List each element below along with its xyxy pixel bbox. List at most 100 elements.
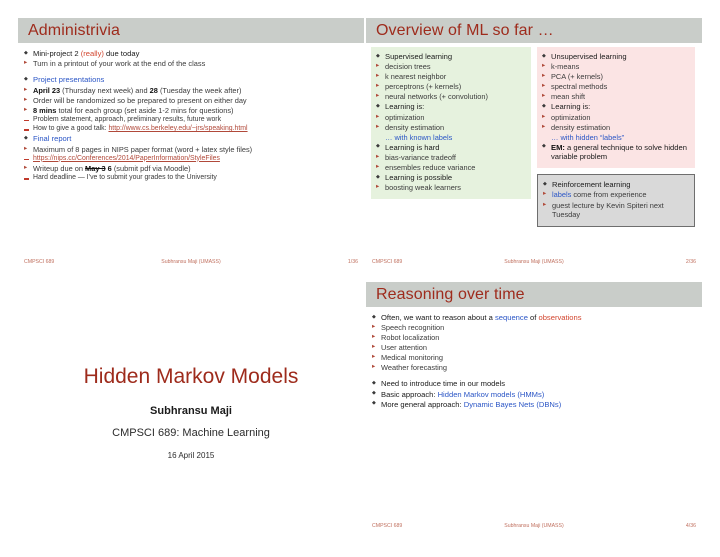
text-run: Speech recognition xyxy=(381,323,445,333)
text-run: 8 mins xyxy=(33,105,57,115)
list-item: Learning is: xyxy=(542,102,690,111)
list-item: Supervised learning xyxy=(376,52,526,61)
list-item-text: neural networks (+ convolution) xyxy=(385,92,526,101)
list-item: density estimation xyxy=(542,123,690,132)
presentation-author: Subhransu Maji xyxy=(150,404,232,417)
bullet-list: Mini-project 2 (really) due todayTurn in… xyxy=(24,49,358,183)
list-item-text: labels come from experience xyxy=(552,190,689,199)
slide-overview[interactable]: Overview of ML so far … Supervised learn… xyxy=(366,18,702,270)
list-item: Problem statement, approach, preliminary… xyxy=(24,116,358,124)
list-item: ensembles reduce variance xyxy=(376,163,526,172)
list-item: Unsupervised learning xyxy=(542,52,690,61)
text-run: Order will be randomized so be prepared … xyxy=(33,95,247,105)
overview-right-column: Unsupervised learningk-meansPCA (+ kerne… xyxy=(537,47,695,227)
text-run: optimization xyxy=(385,112,425,122)
text-run: How to give a good talk: xyxy=(33,125,109,133)
list-item-text: Weather forecasting xyxy=(381,363,696,372)
slide-body: Mini-project 2 (really) due todayTurn in… xyxy=(18,43,364,183)
list-item: labels come from experience xyxy=(543,190,689,199)
list-item-text: boosting weak learners xyxy=(385,183,526,192)
list-item: Learning is: xyxy=(376,102,526,111)
text-run: (Thursday next week) and xyxy=(60,85,150,95)
list-item-text: Reinforcement learning xyxy=(552,180,689,189)
list-item: Often, we want to reason about a sequenc… xyxy=(372,313,696,322)
text-run: … with known labels xyxy=(385,132,453,142)
list-item-text: … with known labels xyxy=(385,133,526,142)
text-run: Learning is: xyxy=(385,102,425,112)
text-run: Weather forecasting xyxy=(381,363,448,373)
presentation-title: Hidden Markov Models xyxy=(83,364,299,388)
list-item: optimization xyxy=(376,113,526,122)
list-item-text: Basic approach: Hidden Markov models (HM… xyxy=(381,390,696,399)
list-item: spectral methods xyxy=(542,82,690,91)
text-run: boosting weak learners xyxy=(385,183,462,193)
reinforcement-learning-box: Reinforcement learninglabels come from e… xyxy=(537,174,695,227)
footer-page: 2/36 xyxy=(685,258,696,265)
list-item: Robot localization xyxy=(372,333,696,342)
text-run: spectral methods xyxy=(551,82,608,92)
list-item-text: Speech recognition xyxy=(381,323,696,332)
slide-banner: Reasoning over time xyxy=(366,282,702,307)
text-run: optimization xyxy=(551,112,591,122)
text-run: mean shift xyxy=(551,92,586,102)
text-run: perceptrons (+ kernels) xyxy=(385,82,462,92)
text-run: come from experience xyxy=(571,190,647,200)
list-item-text: Maximum of 8 pages in NIPS paper format … xyxy=(33,145,358,154)
list-item-text: Mini-project 2 (really) due today xyxy=(33,49,358,58)
external-link[interactable]: http://www.cs.berkeley.edu/~jrs/speaking… xyxy=(108,125,247,132)
list-item-text: Project presentations xyxy=(33,75,358,84)
text-run: labels xyxy=(552,190,572,200)
list-item-text: Learning is: xyxy=(385,102,526,111)
text-run: observations xyxy=(538,313,582,322)
text-run: User attention xyxy=(381,343,428,353)
list-item-text: perceptrons (+ kernels) xyxy=(385,82,526,91)
list-item: Learning is possible xyxy=(376,173,526,182)
presentation-course: CMPSCI 689: Machine Learning xyxy=(112,426,270,439)
list-item-text: EM: a general technique to solve hidden … xyxy=(551,143,690,162)
slide-title-page[interactable]: Hidden Markov Models Subhransu Maji CMPS… xyxy=(18,282,364,542)
list-item-text: density estimation xyxy=(385,123,526,132)
text-run: Learning is hard xyxy=(385,142,440,152)
list-item: boosting weak learners xyxy=(376,183,526,192)
list-item: EM: a general technique to solve hidden … xyxy=(542,143,690,162)
text-run: density estimation xyxy=(385,122,445,132)
text-run: Project presentations xyxy=(33,75,105,85)
slide-footer: CMPSCI 689 Subhransu Maji (UMASS) 2/36 xyxy=(366,257,702,266)
list-item-text: k-means xyxy=(551,62,690,71)
list-item: Hard deadline — I’ve to submit your grad… xyxy=(24,174,358,182)
text-run: Need to introduce time in our models xyxy=(381,379,506,389)
list-item: Writeup due on May 3 6 (submit pdf via M… xyxy=(24,164,358,173)
text-run: Turn in a printout of your work at the e… xyxy=(33,59,206,69)
text-run: ensembles reduce variance xyxy=(385,163,476,172)
slide-title: Reasoning over time xyxy=(376,285,525,303)
footer-page: 1/36 xyxy=(347,258,358,265)
list-item: User attention xyxy=(372,343,696,352)
list-item: PCA (+ kernels) xyxy=(542,72,690,81)
text-run: More general approach: xyxy=(381,399,464,409)
slide-banner: Administrivia xyxy=(18,18,364,43)
list-item-text: mean shift xyxy=(551,92,690,101)
text-run: Problem statement, approach, preliminary… xyxy=(33,115,222,123)
text-run: … with hidden “labels” xyxy=(551,132,625,142)
text-run: Maximum of 8 pages in NIPS paper format … xyxy=(33,144,253,154)
text-run: Mini-project 2 xyxy=(33,49,81,58)
list-item: Basic approach: Hidden Markov models (HM… xyxy=(372,390,696,399)
list-item-text: Unsupervised learning xyxy=(551,52,690,61)
list-item: Learning is hard xyxy=(376,143,526,152)
list-item: neural networks (+ convolution) xyxy=(376,92,526,101)
text-run: Medical monitoring xyxy=(381,353,444,363)
slide-administrivia[interactable]: Administrivia Mini-project 2 (really) du… xyxy=(18,18,364,270)
text-run: Final report xyxy=(33,134,72,144)
slide-reasoning-over-time[interactable]: Reasoning over time Often, we want to re… xyxy=(366,282,702,534)
text-run: Robot localization xyxy=(381,333,440,343)
list-item-text: Problem statement, approach, preliminary… xyxy=(33,116,358,124)
list-item-text: Hard deadline — I’ve to submit your grad… xyxy=(33,174,358,182)
list-item-text: Need to introduce time in our models xyxy=(381,379,696,388)
overview-left-column: Supervised learningdecision treesk neare… xyxy=(371,47,531,227)
text-run: (submit pdf via Moodle) xyxy=(111,164,191,174)
text-run: Reinforcement learning xyxy=(552,180,631,190)
list-item: https://nips.cc/Conferences/2014/PaperIn… xyxy=(24,155,358,163)
list-item: guest lecture by Kevin Spiteri next Tues… xyxy=(543,201,689,219)
text-run: May 3 xyxy=(85,164,106,174)
external-link[interactable]: https://nips.cc/Conferences/2014/PaperIn… xyxy=(33,155,220,162)
